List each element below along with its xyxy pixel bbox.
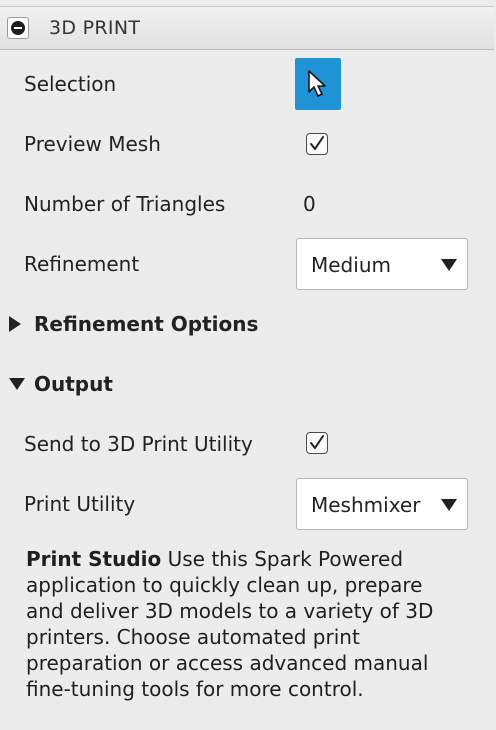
refinement-options-header[interactable]: Refinement Options [34, 312, 258, 336]
panel-title: 3D PRINT [49, 17, 141, 39]
chevron-down-icon [441, 259, 457, 271]
minus-circle-icon [11, 21, 25, 35]
refinement-label: Refinement [24, 252, 140, 276]
preview-mesh-checkbox[interactable] [306, 133, 328, 155]
collapse-arrow-icon[interactable] [9, 378, 25, 390]
chevron-down-icon [441, 499, 457, 511]
description-title: Print Studio [26, 547, 162, 571]
checkmark-icon [310, 136, 324, 150]
collapse-button[interactable] [7, 17, 29, 39]
selection-label: Selection [24, 72, 117, 96]
refinement-dropdown[interactable]: Medium [296, 238, 468, 290]
num-triangles-label: Number of Triangles [24, 192, 226, 216]
print-utility-dropdown[interactable]: Meshmixer [296, 478, 468, 530]
output-header[interactable]: Output [34, 372, 113, 396]
checkmark-icon [310, 435, 324, 449]
print-utility-selected: Meshmixer [311, 493, 421, 517]
refinement-selected: Medium [311, 253, 391, 277]
send-to-utility-label: Send to 3D Print Utility [24, 432, 253, 456]
print-utility-label: Print Utility [24, 492, 136, 516]
expand-arrow-icon[interactable] [9, 316, 21, 332]
preview-mesh-label: Preview Mesh [24, 132, 161, 156]
selection-button[interactable] [295, 58, 341, 110]
send-to-utility-checkbox[interactable] [306, 432, 328, 454]
panel-titlebar[interactable]: 3D PRINT [0, 6, 494, 50]
arrow-cursor-icon [308, 70, 326, 97]
3d-print-panel: 3D PRINT Selection Preview Mesh Number o… [0, 0, 496, 730]
num-triangles-value: 0 [303, 192, 316, 216]
print-studio-description: Print Studio Use this Spark Powered appl… [26, 546, 466, 702]
